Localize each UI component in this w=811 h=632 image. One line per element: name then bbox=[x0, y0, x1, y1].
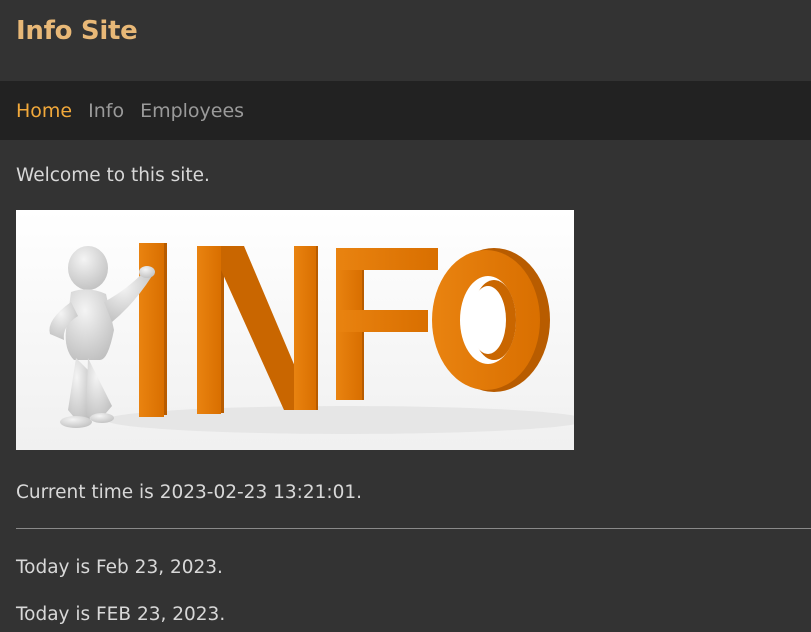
nav-bar: Home Info Employees bbox=[0, 81, 811, 140]
today-text-1: Today is Feb 23, 2023. bbox=[16, 557, 223, 578]
site-title: Info Site bbox=[16, 16, 138, 46]
today-text-2: Today is FEB 23, 2023. bbox=[16, 604, 226, 625]
info-hero-image bbox=[16, 210, 574, 450]
date-section: Today is Feb 23, 2023. Today is FEB 23, … bbox=[0, 557, 811, 625]
letter-o-shape bbox=[432, 248, 550, 392]
site-header: Info Site bbox=[0, 0, 811, 81]
current-time-text: Current time is 2023-02-23 13:21:01. bbox=[16, 482, 363, 503]
main-content: Welcome to this site. Current time is 20… bbox=[0, 140, 811, 503]
nav-link-home[interactable]: Home bbox=[16, 100, 72, 122]
divider bbox=[16, 528, 811, 529]
nav-link-employees[interactable]: Employees bbox=[140, 100, 244, 122]
person-leaning-on-letters-image bbox=[16, 210, 574, 450]
nav-link-info[interactable]: Info bbox=[88, 100, 124, 122]
welcome-text: Welcome to this site. bbox=[16, 165, 210, 186]
